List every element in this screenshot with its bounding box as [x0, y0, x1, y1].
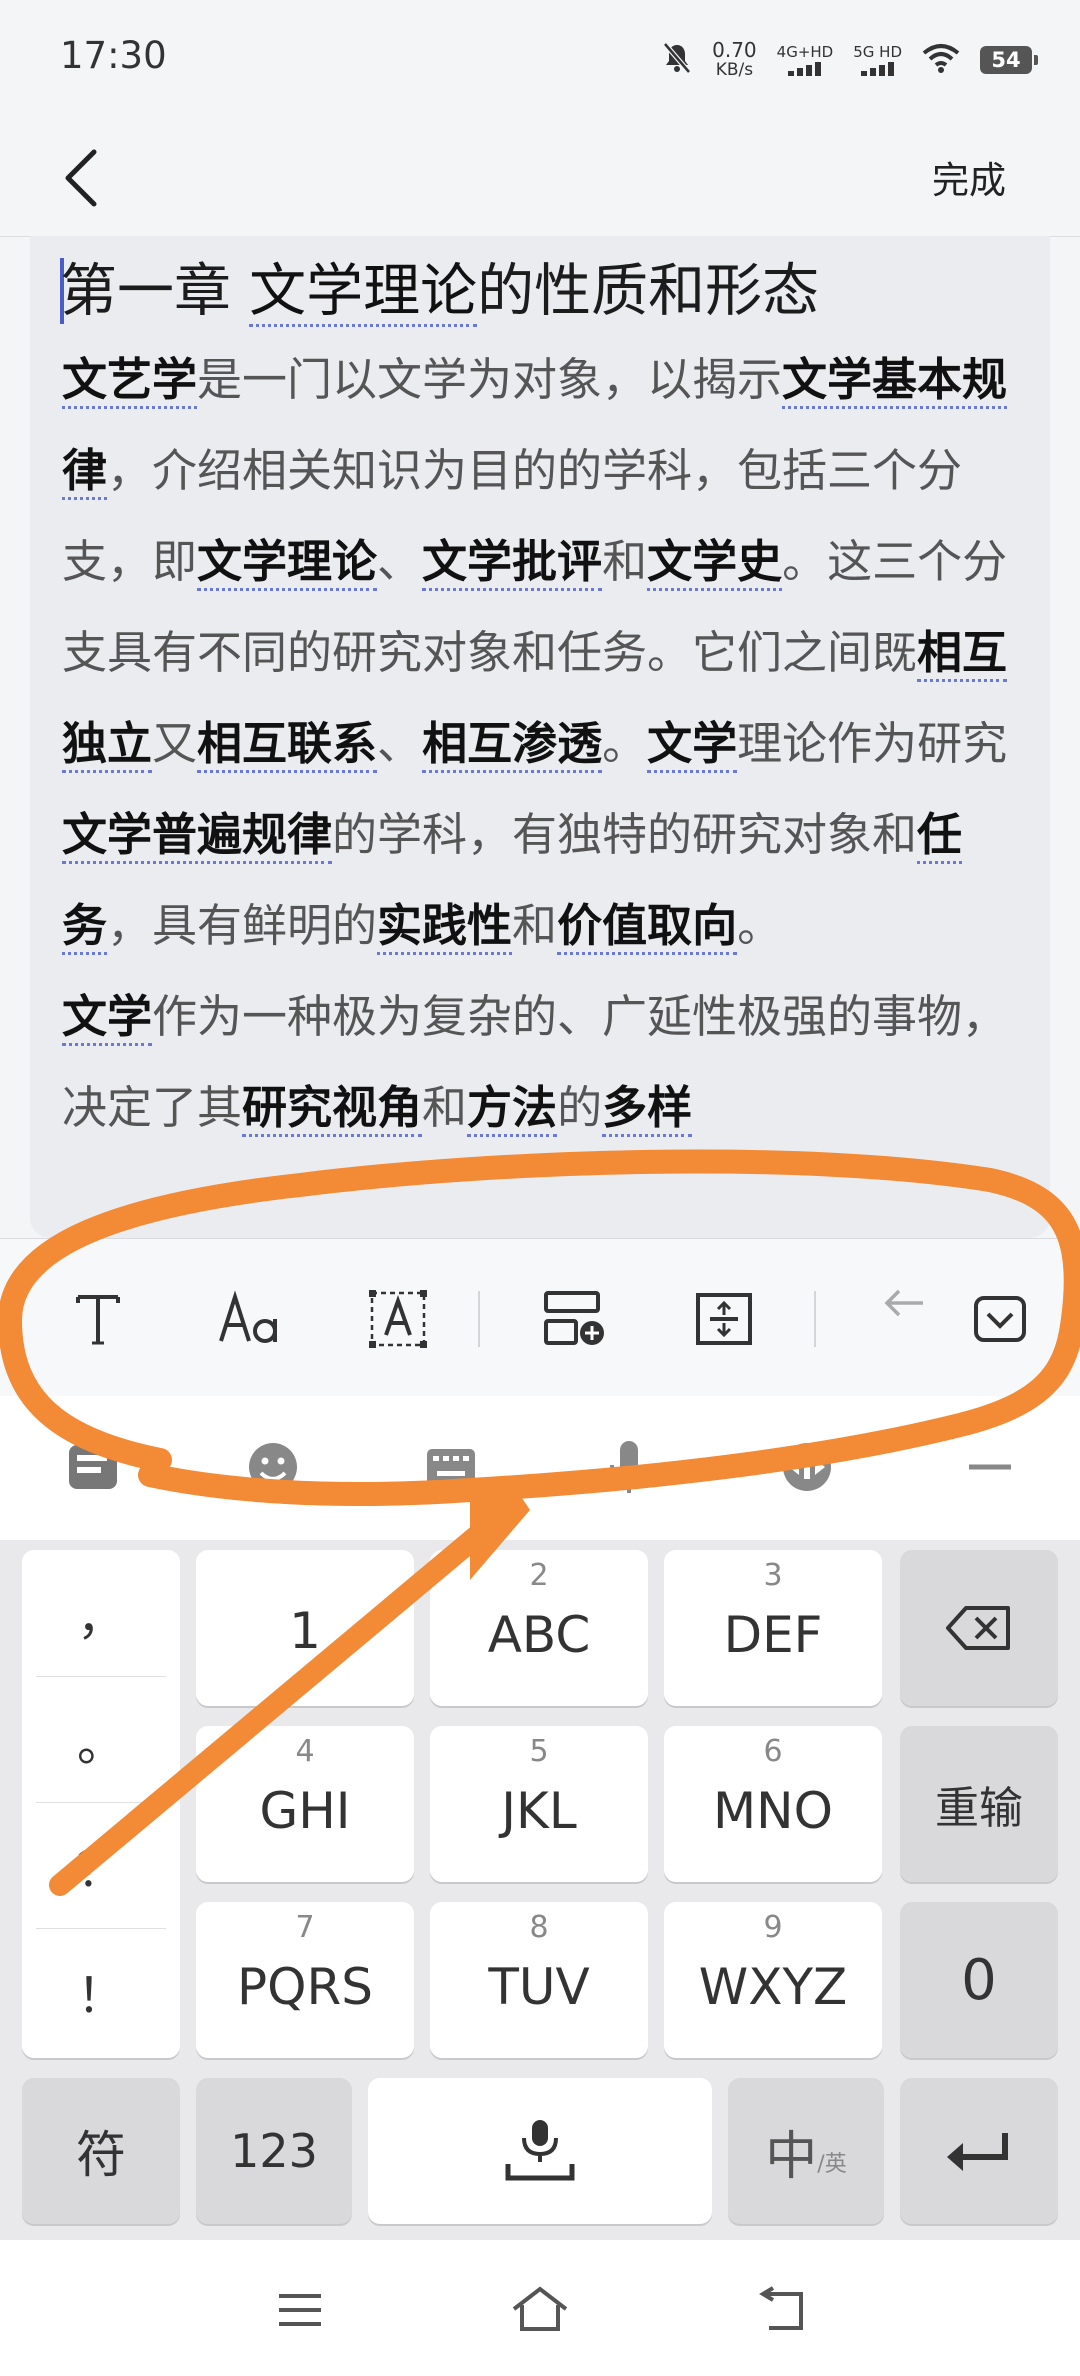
paragraph-1: 文艺学是一门以文学为对象，以揭示文学基本规律，介绍相关知识为目的的学科，包括三个…	[62, 334, 1022, 971]
t9-keyboard: ， 。 ？ ！ 1 2 ABC 3 DEF 4 GHI 5 JKL 6 MNO …	[0, 1540, 1080, 2240]
keyboard-icon[interactable]	[416, 1432, 486, 1502]
toolbar-separator	[814, 1291, 816, 1347]
language-toggle-key[interactable]: 中/英	[728, 2078, 884, 2224]
done-button[interactable]: 完成	[932, 150, 1006, 204]
status-bar: 17:30 0.70 KB/s 4G+HD 5G HD 54	[0, 0, 1080, 120]
document-body[interactable]: 文艺学是一门以文学为对象，以揭示文学基本规律，介绍相关知识为目的的学科，包括三个…	[62, 334, 1022, 1153]
key-6-mno[interactable]: 6 MNO	[664, 1726, 882, 1882]
back-chevron-icon[interactable]	[56, 146, 116, 210]
status-time: 17:30	[60, 34, 167, 77]
enter-icon	[900, 2078, 1058, 2224]
ime-toolbar	[0, 1396, 1080, 1540]
text-style-icon[interactable]	[62, 1283, 134, 1355]
paragraph-2: 文学作为一种极为复杂的、广延性极强的事物，决定了其研究视角和方法的多样	[62, 971, 1022, 1153]
punct-question-key[interactable]: ？	[36, 1802, 166, 1929]
key-0[interactable]: 0	[900, 1902, 1058, 2058]
key-7-pqrs[interactable]: 7 PQRS	[196, 1902, 414, 2058]
home-icon[interactable]	[510, 2280, 570, 2340]
cursor-move-icon[interactable]	[772, 1432, 842, 1502]
key-2-abc[interactable]: 2 ABC	[430, 1550, 648, 1706]
ime-logo-icon[interactable]	[58, 1432, 128, 1502]
text-box-icon[interactable]	[362, 1283, 434, 1355]
key-9-wxyz[interactable]: 9 WXYZ	[664, 1902, 882, 2058]
punct-period-key[interactable]: 。	[36, 1676, 166, 1803]
signal-icon: 5G HD	[853, 44, 902, 76]
back-icon[interactable]	[750, 2280, 810, 2340]
key-3-def[interactable]: 3 DEF	[664, 1550, 882, 1706]
key-4-ghi[interactable]: 4 GHI	[196, 1726, 414, 1882]
backspace-icon	[900, 1550, 1058, 1706]
font-size-icon[interactable]	[214, 1283, 286, 1355]
number-mode-key[interactable]: 123	[196, 2078, 352, 2224]
space-key[interactable]	[368, 2078, 712, 2224]
mute-bell-icon	[662, 42, 692, 78]
backspace-key[interactable]	[900, 1550, 1058, 1706]
document-title[interactable]: 第一章 文学理论的性质和形态	[60, 256, 819, 327]
space-mic-icon	[368, 2078, 712, 2224]
emoji-icon[interactable]	[238, 1432, 308, 1502]
voice-icon[interactable]	[594, 1432, 664, 1502]
battery-icon: 54	[980, 46, 1038, 74]
wifi-icon	[922, 43, 960, 77]
symbol-key[interactable]: 符	[22, 2078, 180, 2224]
menu-icon[interactable]	[270, 2280, 330, 2340]
toolbar-separator	[478, 1291, 480, 1347]
line-spacing-icon[interactable]	[688, 1283, 760, 1355]
format-toolbar	[0, 1238, 1080, 1398]
key-8-tuv[interactable]: 8 TUV	[430, 1902, 648, 2058]
system-navigation-bar	[0, 2240, 1080, 2376]
punct-comma-key[interactable]: ，	[36, 1550, 166, 1677]
collapse-keyboard-icon[interactable]	[964, 1283, 1036, 1355]
key-1[interactable]: 1	[196, 1550, 414, 1706]
punctuation-column: ， 。 ？ ！	[22, 1550, 180, 2058]
status-icons: 0.70 KB/s 4G+HD 5G HD 54	[662, 36, 1038, 84]
enter-key[interactable]	[900, 2078, 1058, 2224]
signal-icon: 4G+HD	[777, 44, 833, 76]
undo-icon[interactable]	[868, 1267, 940, 1339]
document-editor[interactable]: 第一章 文学理论的性质和形态 文艺学是一门以文学为对象，以揭示文学基本规律，介绍…	[30, 236, 1050, 1238]
reinput-key[interactable]: 重输	[900, 1726, 1058, 1882]
net-speed: 0.70 KB/s	[712, 38, 757, 80]
editor-header: 完成	[0, 120, 1080, 237]
key-5-jkl[interactable]: 5 JKL	[430, 1726, 648, 1882]
insert-block-icon[interactable]	[538, 1283, 610, 1355]
more-icon[interactable]	[950, 1432, 1020, 1502]
punct-exclaim-key[interactable]: ！	[36, 1928, 166, 2054]
